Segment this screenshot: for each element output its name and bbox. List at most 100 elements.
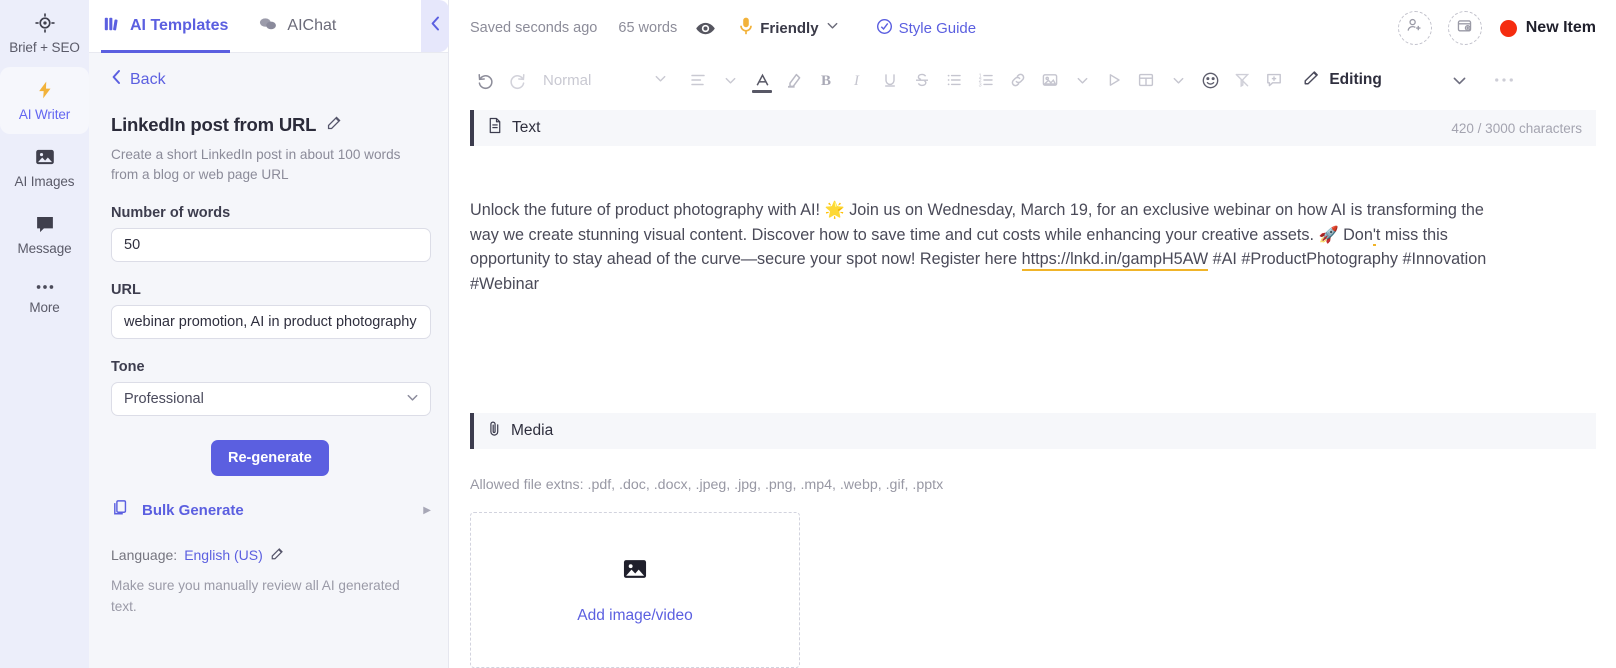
insert-image-button[interactable] <box>1034 64 1066 96</box>
rail-item-ai-writer[interactable]: AI Writer <box>0 67 89 134</box>
numbered-list-button[interactable]: 1 2 3 <box>970 64 1002 96</box>
image-caret-button[interactable] <box>1066 64 1098 96</box>
paragraph-style-value: Normal <box>543 71 592 89</box>
bulk-generate-row[interactable]: Bulk Generate ▶ <box>111 498 431 522</box>
bold-button[interactable]: B <box>810 64 842 96</box>
media-section-title: Media <box>511 422 554 439</box>
template-panel: AI Templates AIChat Back LinkedIn post f… <box>89 0 449 668</box>
play-triangle-icon <box>1105 71 1123 89</box>
microphone-icon <box>738 16 754 41</box>
rail-item-ai-images[interactable]: AI Images <box>0 134 89 201</box>
link-button[interactable] <box>1002 64 1034 96</box>
bullet-list-button[interactable] <box>938 64 970 96</box>
chevron-down-icon <box>1451 72 1468 89</box>
status-badge[interactable]: New Item <box>1499 19 1596 37</box>
strikethrough-icon <box>913 71 931 89</box>
edit-pencil-icon[interactable] <box>326 114 343 136</box>
paragraph-style-select[interactable]: Normal <box>543 71 668 90</box>
rail-item-label: AI Writer <box>18 107 71 122</box>
tone-selector[interactable]: Friendly <box>738 16 839 41</box>
insert-video-button[interactable] <box>1098 64 1130 96</box>
emoji-button[interactable] <box>1194 64 1226 96</box>
template-title: LinkedIn post from URL <box>111 114 317 135</box>
add-person-icon <box>1406 17 1423 39</box>
eye-icon[interactable] <box>695 18 716 39</box>
tab-ai-templates[interactable]: AI Templates <box>101 0 231 53</box>
link-icon <box>1009 71 1027 89</box>
editor-topbar: Saved seconds ago 65 words Friendly Styl… <box>449 0 1616 56</box>
emoji-smiley-icon <box>1201 71 1220 90</box>
number-of-words-input[interactable]: 50 <box>111 228 431 263</box>
redo-icon <box>508 71 527 90</box>
editor-main: Saved seconds ago 65 words Friendly Styl… <box>449 0 1616 668</box>
text-color-button[interactable] <box>746 64 778 96</box>
field-number-of-words: Number of words 50 <box>111 205 431 263</box>
chevron-down-icon <box>405 390 420 409</box>
regenerate-button[interactable]: Re-generate <box>211 440 329 477</box>
status-dot-icon <box>1499 19 1517 37</box>
add-schedule-icon <box>1456 17 1473 39</box>
add-schedule-button[interactable] <box>1447 11 1482 45</box>
svg-text:I: I <box>853 73 860 89</box>
tab-label: AIChat <box>287 17 337 34</box>
clear-format-button[interactable] <box>1226 64 1258 96</box>
toolbar-collapse-button[interactable] <box>1444 64 1476 96</box>
bullet-list-icon <box>945 71 963 89</box>
add-comment-button[interactable] <box>1258 64 1290 96</box>
post-text-editor[interactable]: Unlock the future of product photography… <box>470 198 1500 297</box>
url-input[interactable]: webinar promotion, AI in product photogr… <box>111 305 431 340</box>
tone-select[interactable]: Professional <box>111 382 431 417</box>
back-button[interactable]: Back <box>111 53 427 102</box>
insert-table-button[interactable] <box>1130 64 1162 96</box>
add-media-label: Add image/video <box>577 606 693 624</box>
panel-tab-bar: AI Templates AIChat <box>89 0 449 53</box>
allowed-extensions-note: Allowed file extns: .pdf, .doc, .docx, .… <box>470 477 944 493</box>
chevron-left-icon <box>111 69 122 90</box>
undo-button[interactable] <box>469 64 501 96</box>
language-value[interactable]: English (US) <box>184 547 263 563</box>
back-label: Back <box>130 70 166 88</box>
add-person-button[interactable] <box>1397 11 1432 45</box>
strikethrough-button[interactable] <box>906 64 938 96</box>
post-link[interactable]: https://lnkd.in/gampH5AW <box>1021 250 1209 272</box>
field-url: URL webinar promotion, AI in product pho… <box>111 282 431 340</box>
toolbar-more-button[interactable] <box>1488 64 1520 96</box>
svg-text:B: B <box>821 73 831 89</box>
align-caret-button[interactable] <box>714 64 746 96</box>
field-label: Number of words <box>111 205 231 222</box>
rail-item-more[interactable]: More <box>0 268 89 327</box>
template-title-row: LinkedIn post from URL <box>111 114 427 136</box>
editing-mode-selector[interactable]: Editing <box>1302 68 1382 92</box>
edit-pencil-icon[interactable] <box>270 546 285 564</box>
chevron-down-icon <box>1075 73 1090 88</box>
align-button[interactable] <box>682 64 714 96</box>
numbered-list-icon: 1 2 3 <box>977 71 995 89</box>
underline-button[interactable] <box>874 64 906 96</box>
tone-select-value: Professional <box>124 391 204 408</box>
highlight-button[interactable] <box>778 64 810 96</box>
formatting-toolbar: Normal B I 1 2 3 Editing <box>449 56 1616 104</box>
media-body: Allowed file extns: .pdf, .doc, .docx, .… <box>449 449 1616 668</box>
style-guide-button[interactable]: Style Guide <box>876 18 976 39</box>
panel-divider <box>448 0 449 668</box>
table-caret-button[interactable] <box>1162 64 1194 96</box>
rail-item-brief-seo[interactable]: Brief + SEO <box>0 0 89 67</box>
bold-icon: B <box>817 71 835 89</box>
pencil-icon <box>1302 68 1321 92</box>
templates-grid-icon <box>103 15 121 38</box>
italic-button[interactable]: I <box>842 64 874 96</box>
redo-button[interactable] <box>501 64 533 96</box>
rail-item-message[interactable]: Message <box>0 201 89 268</box>
collapse-panel-button[interactable] <box>421 0 449 52</box>
text-color-A-icon <box>754 72 771 89</box>
text-section-title: Text <box>512 119 541 136</box>
media-dropzone[interactable]: Add image/video <box>470 512 800 668</box>
tab-aichat[interactable]: AIChat <box>256 0 338 53</box>
undo-icon <box>476 71 495 90</box>
tab-label: AI Templates <box>130 17 229 34</box>
image-icon <box>1041 71 1059 89</box>
add-comment-icon <box>1265 71 1283 89</box>
italic-icon: I <box>849 71 867 89</box>
chevron-down-icon <box>653 71 668 90</box>
align-left-icon <box>689 71 707 89</box>
